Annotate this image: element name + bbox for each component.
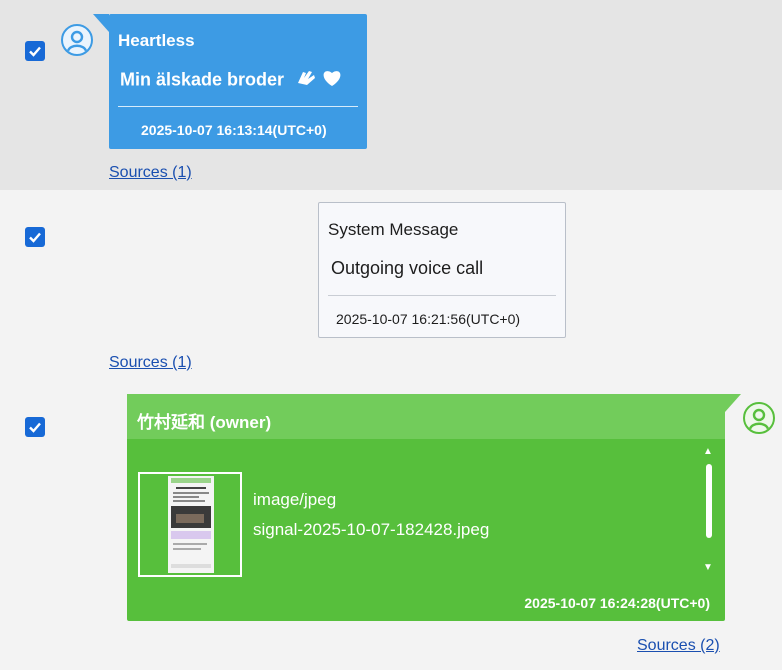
user-avatar-icon — [743, 402, 775, 434]
sender-name: Heartless — [118, 31, 195, 50]
bubble-header: 竹村延和 (owner) — [127, 394, 725, 439]
divider — [328, 295, 556, 296]
bubble-tail — [725, 394, 741, 412]
scroll-up-icon[interactable]: ▲ — [703, 446, 713, 457]
bubble-tail — [93, 14, 109, 32]
attachment-filename[interactable]: signal-2025-10-07-182428.jpeg — [253, 520, 489, 540]
scroll-down-icon[interactable]: ▼ — [703, 562, 713, 573]
attachment-scrollbar[interactable]: ▲ ▼ — [702, 446, 716, 576]
sources-link[interactable]: Sources (2) — [637, 637, 720, 655]
message-row-incoming: Heartless Min älskade broder 2025-10-07 … — [0, 0, 782, 190]
message-text: Min älskade broder — [120, 69, 342, 92]
divider — [118, 106, 358, 107]
outgoing-message-bubble[interactable]: 竹村延和 (owner) image/jpeg signal-2025-10-0… — [127, 394, 725, 621]
white-heart-icon — [322, 69, 342, 92]
sources-link[interactable]: Sources (1) — [109, 354, 192, 372]
image-thumbnail[interactable] — [138, 472, 242, 577]
system-message-bubble[interactable]: System Message Outgoing voice call 2025-… — [318, 202, 566, 338]
message-text: Outgoing voice call — [331, 258, 484, 278]
system-message-title: System Message — [328, 220, 459, 239]
incoming-message-bubble[interactable]: Heartless Min älskade broder 2025-10-07 … — [109, 14, 367, 149]
message-timestamp: 2025-10-07 16:24:28(UTC+0) — [524, 595, 710, 611]
user-avatar-icon — [61, 24, 93, 56]
scrollbar-thumb[interactable] — [706, 464, 712, 538]
attachment-mime-type: image/jpeg — [253, 490, 337, 509]
screenshot-preview — [168, 476, 214, 573]
select-checkbox[interactable] — [25, 41, 45, 61]
message-timestamp: 2025-10-07 16:21:56(UTC+0) — [336, 311, 521, 327]
select-checkbox[interactable] — [25, 417, 45, 437]
sources-link[interactable]: Sources (1) — [109, 164, 192, 182]
select-checkbox[interactable] — [25, 227, 45, 247]
sender-name: 竹村延和 (owner) — [137, 413, 272, 432]
wave-hand-icon — [295, 69, 317, 92]
message-timestamp: 2025-10-07 16:13:14(UTC+0) — [141, 122, 327, 138]
